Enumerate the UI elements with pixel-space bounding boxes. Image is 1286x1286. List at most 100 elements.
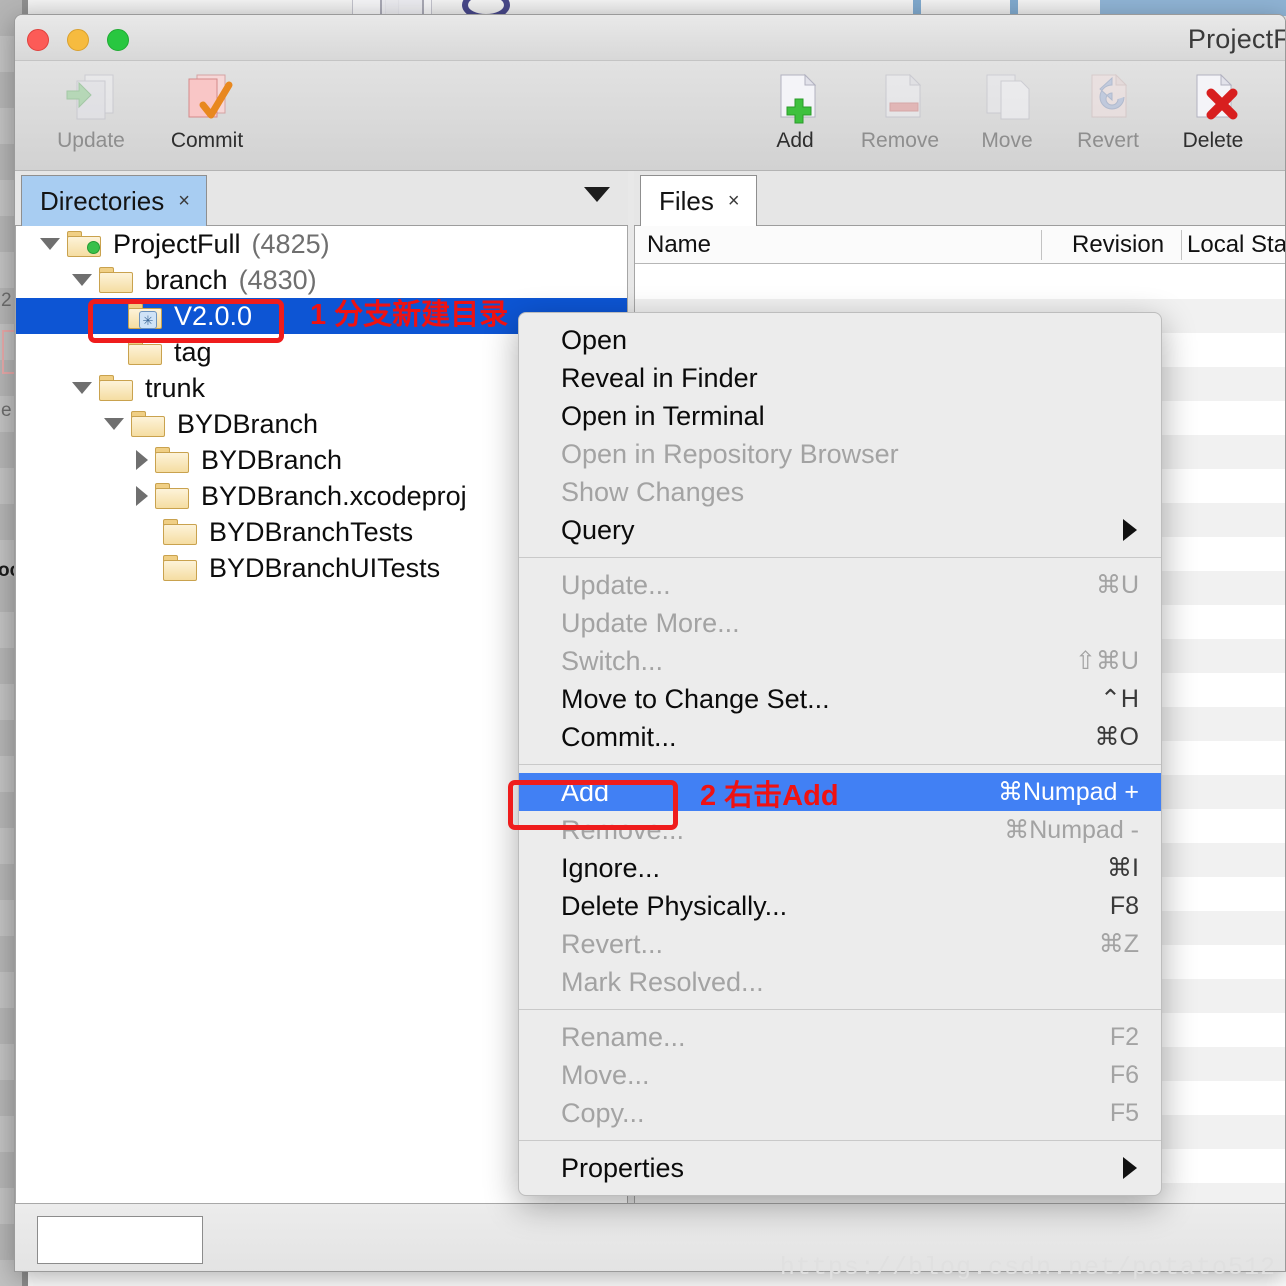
- close-button[interactable]: [27, 29, 49, 51]
- maximize-button[interactable]: [107, 29, 129, 51]
- menu-item-label: Open in Repository Browser: [561, 438, 899, 469]
- menu-item-properties[interactable]: Properties: [519, 1149, 1161, 1187]
- column-header-revision[interactable]: Revision: [1072, 231, 1164, 259]
- chevron-down-icon[interactable]: [584, 187, 610, 202]
- minimize-button[interactable]: [67, 29, 89, 51]
- menu-separator: [519, 1009, 1161, 1010]
- menu-item-label: Move...: [561, 1059, 650, 1090]
- menu-item-label: Properties: [561, 1152, 685, 1183]
- chevron-down-icon[interactable]: [72, 382, 92, 394]
- menu-item-label: Query: [561, 514, 635, 545]
- chevron-down-icon[interactable]: [40, 238, 60, 250]
- menu-item-reveal-in-finder[interactable]: Reveal in Finder: [519, 359, 1161, 397]
- chevron-right-icon[interactable]: [136, 486, 148, 506]
- menu-item-revert: Revert... ⌘Z: [519, 925, 1161, 963]
- tree-row-label: BYDBranchTests: [209, 516, 414, 547]
- menu-item-shortcut: ⌘Z: [1098, 930, 1139, 958]
- toolbar-label-remove: Remove: [860, 129, 940, 152]
- revert-icon: [1048, 67, 1168, 129]
- tab-files-label: Files: [659, 185, 714, 216]
- menu-item-label: Copy...: [561, 1097, 645, 1128]
- menu-item-mark-resolved: Mark Resolved...: [519, 963, 1161, 1001]
- tree-row-label: BYDBranch.xcodeproj: [201, 480, 467, 511]
- commit-icon: [147, 67, 267, 129]
- toolbar-button-add[interactable]: Add: [735, 67, 855, 153]
- menu-item-label: Add: [561, 776, 610, 807]
- menu-item-label: Revert...: [561, 928, 664, 959]
- folder-repo-icon: [67, 231, 101, 257]
- tree-row-label: BYDBranch: [177, 408, 319, 439]
- context-menu[interactable]: Open Reveal in Finder Open in Terminal O…: [518, 312, 1162, 1196]
- submenu-arrow-icon: [1123, 1157, 1137, 1179]
- menu-item-shortcut: ⌘O: [1094, 723, 1139, 751]
- menu-item-move-to-change-set[interactable]: Move to Change Set... ⌃H: [519, 680, 1161, 718]
- menu-separator: [519, 1140, 1161, 1141]
- menu-item-label: Mark Resolved...: [561, 966, 764, 997]
- column-header-name[interactable]: Name: [647, 231, 711, 259]
- chevron-right-icon[interactable]: [136, 450, 148, 470]
- window-titlebar: ProjectF: [15, 15, 1285, 61]
- tree-row-label: branch: [145, 264, 228, 295]
- table-row[interactable]: [635, 265, 1285, 299]
- menu-item-label: Reveal in Finder: [561, 362, 758, 393]
- tree-row-label: BYDBranch: [201, 444, 343, 475]
- toolbar-button-commit[interactable]: Commit: [147, 67, 267, 153]
- menu-item-open-in-terminal[interactable]: Open in Terminal: [519, 397, 1161, 435]
- directories-tabstrip: Directories ×: [15, 171, 628, 226]
- menu-item-ignore[interactable]: Ignore... ⌘I: [519, 849, 1161, 887]
- filter-input[interactable]: [37, 1216, 203, 1264]
- tab-directories[interactable]: Directories ×: [21, 175, 207, 226]
- column-divider[interactable]: [1181, 230, 1182, 260]
- window-controls[interactable]: [27, 29, 129, 51]
- menu-item-update: Update... ⌘U: [519, 566, 1161, 604]
- menu-item-query[interactable]: Query: [519, 511, 1161, 549]
- menu-item-commit[interactable]: Commit... ⌘O: [519, 718, 1161, 756]
- window-title: ProjectF: [1187, 24, 1286, 54]
- toolbar-button-update[interactable]: Update: [31, 67, 151, 153]
- folder-icon: [99, 267, 133, 293]
- menu-item-label: Switch...: [561, 645, 664, 676]
- menu-separator: [519, 764, 1161, 765]
- tree-row-label: BYDBranchUITests: [209, 552, 441, 583]
- background-text-fragment: 2: [1, 290, 12, 311]
- tree-row[interactable]: ProjectFull (4825): [16, 226, 627, 262]
- tab-directories-label: Directories: [40, 185, 165, 216]
- close-icon[interactable]: ×: [178, 190, 190, 213]
- column-header-local-stat[interactable]: Local Stat: [1187, 231, 1285, 259]
- remove-icon: [840, 67, 960, 129]
- menu-item-rename: Rename... F2: [519, 1018, 1161, 1056]
- menu-item-shortcut: ⌘Numpad -: [1004, 816, 1139, 844]
- toolbar-button-remove[interactable]: Remove: [840, 67, 960, 153]
- toolbar-button-delete[interactable]: Delete: [1153, 67, 1273, 153]
- column-divider[interactable]: [1041, 230, 1042, 260]
- toolbar-label-commit: Commit: [170, 129, 244, 152]
- toolbar-label-add: Add: [776, 129, 814, 152]
- menu-item-add[interactable]: Add ⌘Numpad +: [519, 773, 1161, 811]
- menu-item-open[interactable]: Open: [519, 321, 1161, 359]
- toolbar-label-revert: Revert: [1077, 129, 1139, 152]
- close-icon[interactable]: ×: [728, 190, 740, 213]
- menu-item-shortcut: ⌘I: [1107, 854, 1139, 882]
- tab-files[interactable]: Files ×: [640, 175, 757, 226]
- menu-item-label: Open: [561, 324, 628, 355]
- annotation-callout-1-text: 1 分支新建目录: [310, 299, 509, 331]
- toolbar-button-revert[interactable]: Revert: [1048, 67, 1168, 153]
- menu-item-switch: Switch... ⇧⌘U: [519, 642, 1161, 680]
- watermark: https://blog.csdn.net/potato512: [779, 1253, 1276, 1282]
- menu-item-label: Delete Physically...: [561, 890, 788, 921]
- chevron-down-icon[interactable]: [104, 418, 124, 430]
- menu-item-shortcut: F6: [1109, 1060, 1139, 1089]
- folder-modified-icon: ✳: [128, 303, 162, 329]
- chevron-down-icon[interactable]: [72, 274, 92, 286]
- menu-item-shortcut: F2: [1109, 1022, 1139, 1051]
- background-text-fragment: e: [1, 400, 12, 421]
- tree-row-count: (4825): [251, 228, 330, 259]
- menu-item-update-more: Update More...: [519, 604, 1161, 642]
- menu-item-show-changes: Show Changes: [519, 473, 1161, 511]
- menu-item-label: Show Changes: [561, 476, 745, 507]
- menu-item-delete-physically[interactable]: Delete Physically... F8: [519, 887, 1161, 925]
- menu-item-label: Open in Terminal: [561, 400, 765, 431]
- menu-item-label: Rename...: [561, 1021, 686, 1052]
- folder-icon: [155, 483, 189, 509]
